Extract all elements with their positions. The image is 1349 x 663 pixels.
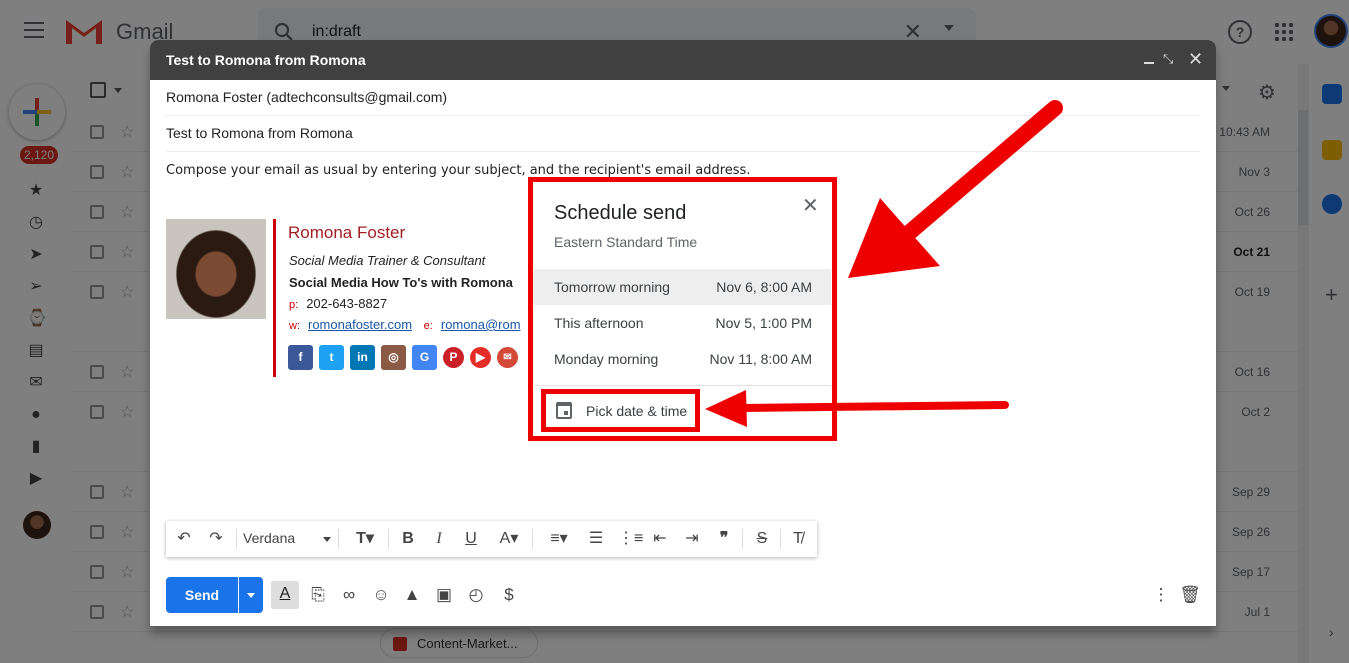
signature-web-line: w: romonafoster.com e: romona@rom bbox=[289, 317, 521, 332]
quote-icon[interactable]: ❞ bbox=[714, 529, 734, 549]
close-dialog-icon[interactable]: ✕ bbox=[802, 193, 819, 218]
from-field[interactable]: Romona Foster (adtechconsults@gmail.com) bbox=[166, 89, 447, 105]
option-label: Monday morning bbox=[554, 351, 659, 367]
signature-photo bbox=[166, 219, 266, 319]
option-label: This afternoon bbox=[554, 315, 644, 331]
signature-company: Social Media How To's with Romona bbox=[289, 275, 513, 290]
formatting-toolbar: ↶ ↷ Verdana T▾ B I U A▾ ≡▾ ☰ ⋮≡ ⇤ ⇥ ❞ S … bbox=[166, 521, 817, 557]
align-icon[interactable]: ≡▾ bbox=[542, 529, 576, 549]
discard-draft-trash-icon[interactable]: 🗑 bbox=[1179, 584, 1201, 606]
strikethrough-icon[interactable]: S bbox=[752, 529, 772, 549]
phone-label: p: bbox=[289, 299, 299, 311]
email-link[interactable]: romona@rom bbox=[441, 317, 521, 332]
send-button[interactable]: Send bbox=[166, 577, 238, 613]
insert-emoji-icon[interactable]: ☺ bbox=[370, 584, 392, 606]
calendar-icon[interactable] bbox=[556, 402, 572, 419]
signature-phone: p: 202-643-8827 bbox=[289, 296, 387, 311]
schedule-option-monday-morning[interactable]: Monday morning Nov 11, 8:00 AM bbox=[534, 341, 831, 377]
message-body[interactable]: Compose your email as usual by entering … bbox=[166, 163, 750, 178]
google-my-business-icon[interactable]: G bbox=[412, 345, 437, 370]
subject-field[interactable]: Test to Romona from Romona bbox=[166, 125, 353, 141]
linkedin-icon[interactable]: in bbox=[350, 345, 375, 370]
instagram-icon[interactable]: ◎ bbox=[381, 345, 406, 370]
pinterest-icon[interactable]: P bbox=[443, 347, 464, 368]
youtube-icon[interactable]: ▶ bbox=[470, 347, 491, 368]
schedule-option-tomorrow-morning[interactable]: Tomorrow morning Nov 6, 8:00 AM bbox=[534, 269, 831, 305]
text-size-icon[interactable]: T▾ bbox=[348, 529, 382, 549]
email-label: e: bbox=[423, 320, 433, 332]
signature-role: Social Media Trainer & Consultant bbox=[289, 253, 486, 268]
divider bbox=[166, 151, 1200, 152]
font-selector[interactable]: Verdana bbox=[243, 530, 295, 546]
schedule-option-this-afternoon[interactable]: This afternoon Nov 5, 1:00 PM bbox=[534, 305, 831, 341]
divider bbox=[534, 385, 831, 386]
twitter-icon[interactable]: t bbox=[319, 345, 344, 370]
font-dropdown-icon[interactable] bbox=[323, 537, 331, 542]
dialog-title: Schedule send bbox=[554, 202, 687, 224]
compose-title: Test to Romona from Romona bbox=[166, 52, 366, 68]
insert-link-icon[interactable]: ∞ bbox=[338, 584, 360, 606]
option-time: Nov 5, 1:00 PM bbox=[715, 315, 813, 331]
google-drive-icon[interactable]: ▲ bbox=[401, 584, 423, 606]
option-time: Nov 6, 8:00 AM bbox=[716, 279, 812, 295]
phone-number: 202-643-8827 bbox=[306, 296, 388, 311]
text-color-icon[interactable]: A▾ bbox=[493, 529, 525, 549]
more-options-icon[interactable]: ⋮ bbox=[1150, 584, 1172, 606]
signature-accent-bar bbox=[273, 219, 276, 377]
toolbar-separator bbox=[338, 529, 339, 549]
toolbar-separator bbox=[236, 529, 237, 549]
email-envelope-icon[interactable]: ✉ bbox=[497, 347, 518, 368]
timezone-label: Eastern Standard Time bbox=[554, 234, 698, 250]
compose-header[interactable]: Test to Romona from Romona ⤡ ✕ bbox=[150, 40, 1216, 80]
web-label: w: bbox=[289, 320, 300, 332]
option-label: Tomorrow morning bbox=[554, 279, 670, 295]
option-time: Nov 11, 8:00 AM bbox=[709, 351, 812, 367]
toolbar-separator bbox=[742, 529, 743, 549]
divider bbox=[166, 115, 1200, 116]
close-compose-icon[interactable]: ✕ bbox=[1188, 49, 1203, 70]
send-money-icon[interactable]: $ bbox=[498, 584, 520, 606]
insert-photo-icon[interactable]: ▣ bbox=[433, 584, 455, 606]
toolbar-separator bbox=[388, 529, 389, 549]
social-icons: f t in ◎ G P ▶ ✉ bbox=[288, 345, 518, 370]
indent-less-icon[interactable]: ⇤ bbox=[650, 529, 670, 549]
bold-icon[interactable]: B bbox=[398, 529, 418, 549]
attach-files-icon[interactable]: ⎘ bbox=[307, 584, 329, 606]
bulleted-list-icon[interactable]: ⋮≡ bbox=[618, 529, 643, 549]
website-link[interactable]: romonafoster.com bbox=[308, 317, 412, 332]
toolbar-separator bbox=[532, 529, 533, 549]
redo-icon[interactable]: ↷ bbox=[206, 529, 226, 549]
numbered-list-icon[interactable]: ☰ bbox=[586, 529, 606, 549]
minimize-icon[interactable] bbox=[1144, 62, 1154, 64]
signature-name: Romona Foster bbox=[288, 223, 406, 242]
italic-icon[interactable]: I bbox=[429, 529, 449, 549]
underline-icon[interactable]: U bbox=[461, 529, 481, 549]
facebook-icon[interactable]: f bbox=[288, 345, 313, 370]
formatting-options-icon[interactable]: A bbox=[271, 581, 299, 609]
indent-more-icon[interactable]: ⇥ bbox=[682, 529, 702, 549]
toolbar-separator bbox=[780, 529, 781, 549]
remove-formatting-icon[interactable]: T̸ bbox=[788, 529, 808, 549]
full-screen-icon[interactable]: ⤡ bbox=[1163, 51, 1173, 67]
schedule-send-dropdown-button[interactable] bbox=[239, 577, 263, 613]
undo-icon[interactable]: ↶ bbox=[174, 529, 194, 549]
pick-date-time-option[interactable]: Pick date & time bbox=[586, 403, 687, 419]
confidential-mode-icon[interactable]: ◴ bbox=[465, 584, 487, 606]
